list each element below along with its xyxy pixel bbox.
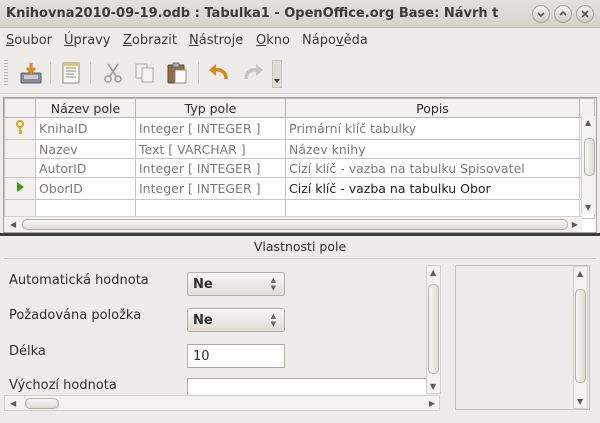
chevron-down-icon (274, 79, 280, 83)
toolbar-more-button[interactable] (272, 60, 282, 88)
menu-nastroje[interactable]: Nástroje (189, 33, 243, 48)
column-header-description[interactable]: Popis (285, 98, 580, 118)
minimize-button[interactable] (532, 5, 550, 23)
length-label: Délka (9, 344, 46, 359)
grid-vertical-scrollbar[interactable]: ▲ ▼ (581, 116, 596, 214)
column-header-type[interactable]: Typ pole (135, 98, 286, 118)
field-type-cell[interactable]: Text [ VARCHAR ] (135, 139, 286, 159)
field-type-cell[interactable]: Integer [ INTEGER ] (135, 177, 286, 200)
scroll-up-icon[interactable]: ▲ (585, 118, 591, 127)
undo-button[interactable] (206, 61, 232, 85)
field-name-cell[interactable]: KnihaID (35, 117, 136, 140)
row-header[interactable] (4, 177, 36, 200)
scroll-right-icon[interactable]: ▶ (572, 220, 578, 229)
copy-button[interactable] (132, 61, 158, 85)
auto-value-select[interactable]: Ne ▲ ▼ (187, 272, 285, 296)
scroll-up-icon[interactable]: ▲ (577, 269, 583, 278)
toolbar (0, 52, 600, 94)
scroll-left-icon[interactable]: ◀ (10, 220, 16, 229)
field-type-cell[interactable]: Integer [ INTEGER ] (135, 117, 286, 140)
edit-document-icon (62, 62, 80, 84)
required-select[interactable]: Ne ▲ ▼ (187, 308, 285, 332)
scroll-left-icon[interactable]: ◀ (10, 399, 16, 408)
row-header[interactable] (4, 158, 36, 178)
field-name-cell[interactable]: OborID (35, 177, 136, 200)
field-description-cell[interactable]: Cizí klíč - vazba na tabulku Obor (285, 177, 580, 200)
default-value-input[interactable] (187, 378, 427, 396)
row-header[interactable] (4, 117, 36, 140)
close-button[interactable] (576, 5, 594, 23)
row-header[interactable] (4, 139, 36, 159)
minimize-icon (537, 12, 545, 18)
table-row[interactable]: KnihaID Integer [ INTEGER ] Primární klí… (4, 117, 595, 140)
field-description-cell[interactable]: Primární klíč tabulky (285, 117, 580, 140)
scroll-down-icon[interactable]: ▼ (585, 203, 591, 212)
save-button[interactable] (18, 61, 44, 85)
maximize-button[interactable] (554, 5, 572, 23)
required-label: Požadována položka (9, 308, 142, 323)
save-icon (20, 63, 42, 84)
field-description-cell[interactable]: Název knihy (285, 139, 580, 159)
row-header-corner (4, 98, 36, 118)
scrollbar-thumb[interactable] (25, 398, 59, 409)
column-header-name[interactable]: Název pole (35, 98, 136, 118)
edit-document-button[interactable] (58, 61, 84, 85)
copy-icon (135, 63, 154, 83)
table-row[interactable]: AutorID Integer [ INTEGER ] Cizí klíč - … (4, 158, 595, 178)
redo-icon (244, 64, 263, 80)
field-name-cell[interactable]: AutorID (35, 158, 136, 178)
help-text-box (455, 265, 590, 410)
field-properties-title: Vlastnosti pole (253, 239, 347, 254)
cut-button[interactable] (100, 61, 126, 85)
menu-bar: Soubor Úpravy Zobrazit Nástroje Okno Náp… (0, 28, 600, 52)
paste-button[interactable] (164, 61, 190, 85)
menu-soubor[interactable]: Soubor (6, 33, 52, 48)
redo-button[interactable] (240, 61, 266, 85)
menu-okno[interactable]: Okno (256, 33, 290, 48)
spin-arrows-icon: ▲ ▼ (270, 312, 276, 328)
length-input[interactable]: 10 (187, 344, 285, 368)
field-type-cell[interactable]: Integer [ INTEGER ] (135, 158, 286, 178)
field-grid: Název pole Typ pole Popis KnihaID Intege… (3, 97, 597, 233)
scrollbar-thumb[interactable] (584, 138, 595, 176)
undo-icon (209, 64, 228, 80)
field-name-cell[interactable]: Nazev (35, 139, 136, 159)
default-value-label: Výchozí hodnota (9, 378, 117, 393)
grid-horizontal-scrollbar[interactable]: ◀ ▶ (4, 216, 582, 232)
scroll-right-icon[interactable]: ▶ (429, 399, 435, 408)
scrollbar-thumb[interactable] (575, 289, 586, 383)
menu-napoveda[interactable]: Nápověda (302, 33, 368, 48)
auto-value-label: Automatická hodnota (9, 273, 149, 288)
cut-icon (104, 63, 122, 83)
scroll-down-icon[interactable]: ▼ (430, 382, 436, 391)
scrollbar-thumb[interactable] (428, 284, 439, 374)
toolbar-grip[interactable] (4, 60, 8, 86)
table-row[interactable]: OborID Integer [ INTEGER ] Cizí klíč - v… (4, 177, 595, 200)
menu-upravy[interactable]: Úpravy (64, 33, 110, 48)
title-bar: Knihovna2010-09-19.odb : Tabulka1 - Open… (0, 0, 600, 28)
primary-key-icon (16, 120, 24, 134)
current-row-arrow-icon (17, 182, 24, 192)
paste-icon (167, 62, 187, 84)
properties-vertical-scrollbar[interactable]: ▲ ▼ (426, 265, 441, 394)
scrollbar-thumb[interactable] (22, 219, 568, 230)
close-icon (581, 10, 589, 18)
spin-arrows-icon: ▲ ▼ (270, 276, 276, 292)
pane-splitter[interactable] (0, 233, 600, 236)
menu-zobrazit[interactable]: Zobrazit (123, 33, 177, 48)
field-description-cell[interactable]: Cizí klíč - vazba na tabulku Spisovatel (285, 158, 580, 178)
properties-horizontal-scrollbar[interactable]: ◀ ▶ (4, 395, 440, 411)
scroll-down-icon[interactable]: ▼ (577, 397, 583, 406)
help-vertical-scrollbar[interactable]: ▲ ▼ (573, 266, 588, 409)
scroll-up-icon[interactable]: ▲ (430, 268, 436, 277)
table-row[interactable]: Nazev Text [ VARCHAR ] Název knihy (4, 139, 595, 159)
maximize-icon (559, 10, 567, 16)
window-title: Knihovna2010-09-19.odb : Tabulka1 - Open… (6, 6, 499, 21)
